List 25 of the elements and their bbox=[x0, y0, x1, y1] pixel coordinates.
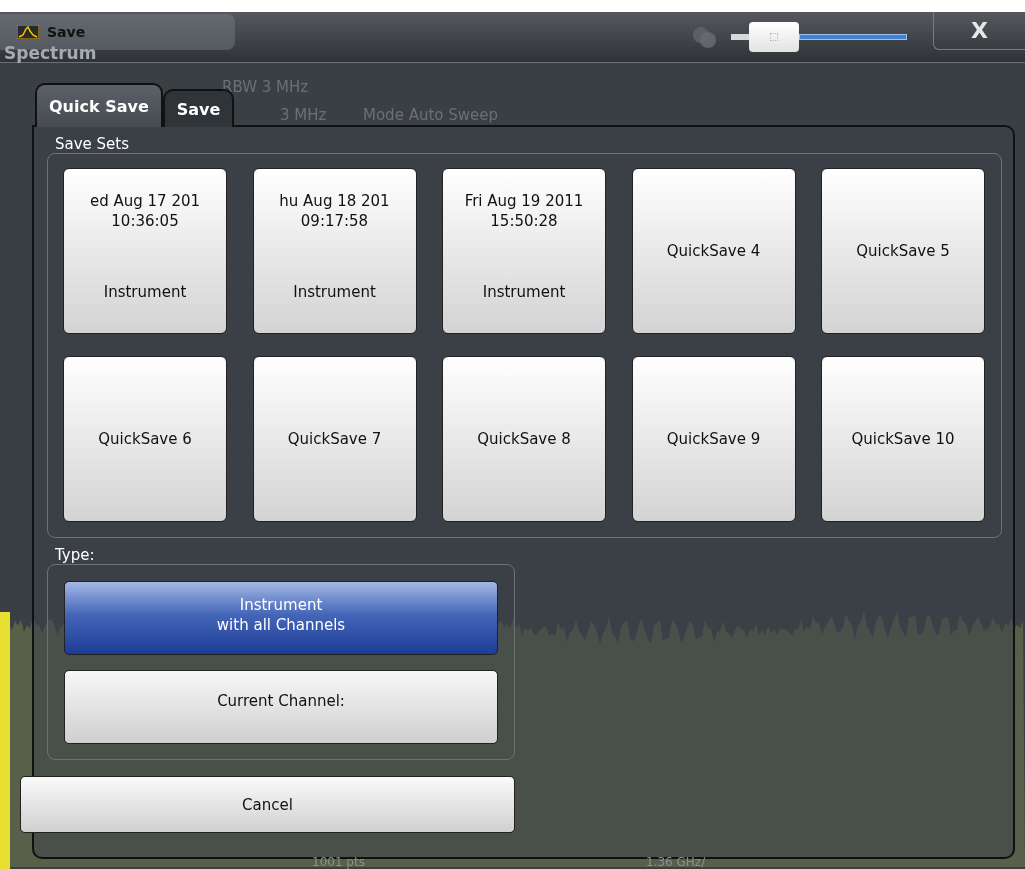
save-slot-button[interactable]: QuickSave 5 bbox=[821, 168, 985, 334]
type-option-button[interactable]: Current Channel: bbox=[64, 670, 498, 744]
save-slot-button[interactable]: QuickSave 9 bbox=[631, 356, 796, 522]
cancel-button[interactable]: Cancel bbox=[20, 776, 515, 833]
save-slot-button[interactable]: QuickSave 7 bbox=[252, 356, 417, 522]
save-slot-button[interactable]: QuickSave 10 bbox=[821, 356, 985, 522]
tab[interactable]: Quick Save bbox=[35, 83, 163, 127]
window-title: Save bbox=[47, 24, 86, 40]
group-label: Type: bbox=[55, 546, 96, 564]
slider-thumb[interactable] bbox=[748, 22, 799, 52]
overlapping-circles-icon bbox=[691, 25, 719, 49]
close-button[interactable]: X bbox=[933, 12, 1025, 50]
save-slot-button[interactable]: QuickSave 4 bbox=[631, 168, 796, 334]
background-label: 1.36 GHz/ bbox=[646, 855, 706, 869]
save-slot-button[interactable]: ed Aug 17 201 10:36:05 Instrument bbox=[63, 168, 227, 334]
transparency-slider[interactable] bbox=[731, 22, 907, 52]
save-slot-button[interactable]: QuickSave 8 bbox=[442, 356, 606, 522]
spectrum-icon bbox=[17, 25, 39, 39]
background-label: Spectrum bbox=[4, 43, 97, 63]
save-slot-button[interactable]: QuickSave 6 bbox=[63, 356, 227, 522]
background-label: 1001 pts bbox=[312, 855, 365, 869]
save-slot-button[interactable]: hu Aug 18 201 09:17:58 Instrument bbox=[252, 168, 417, 334]
group-label: Save Sets bbox=[55, 135, 131, 153]
save-slot-button[interactable]: Fri Aug 19 2011 15:50:28 Instrument bbox=[442, 168, 606, 334]
type-option-button[interactable]: Instrument with all Channels bbox=[64, 581, 498, 655]
